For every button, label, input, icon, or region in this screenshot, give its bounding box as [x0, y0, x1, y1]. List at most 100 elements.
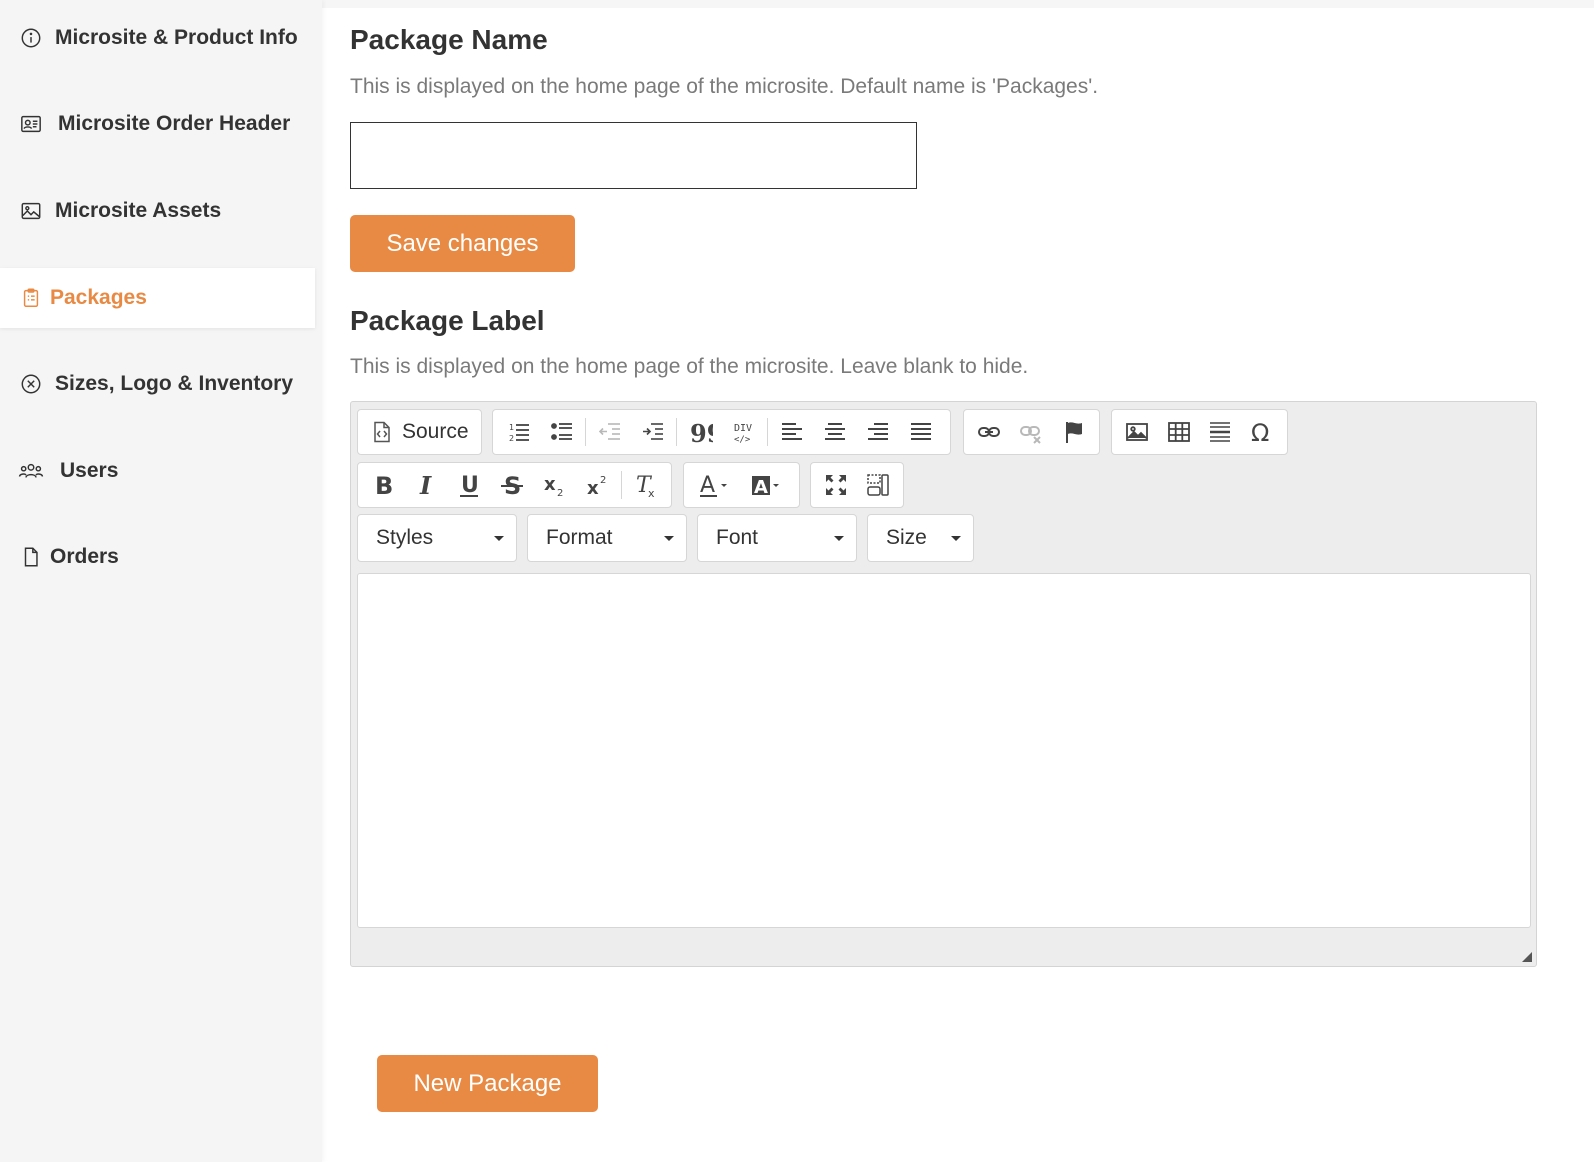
- new-package-button[interactable]: New Package: [377, 1055, 598, 1112]
- sidebar: Microsite & Product Info Microsite Order…: [0, 0, 322, 1162]
- toolbar-group-colors: A A: [683, 462, 800, 508]
- font-dropdown-label: Font: [716, 526, 759, 549]
- sidebar-item-microsite-assets[interactable]: Microsite Assets: [0, 181, 315, 241]
- align-center-button[interactable]: [813, 412, 856, 452]
- insert-table-button[interactable]: [1158, 412, 1200, 452]
- resize-handle-icon[interactable]: [1522, 952, 1532, 962]
- omega-icon: Ω: [1251, 420, 1269, 444]
- indent-icon: [642, 423, 663, 440]
- sidebar-item-packages[interactable]: Packages: [0, 268, 315, 328]
- bulleted-list-button[interactable]: [540, 412, 583, 452]
- info-icon: [18, 25, 44, 51]
- sidebar-item-label: Microsite Assets: [55, 199, 222, 222]
- numbered-list-button[interactable]: 12: [497, 412, 540, 452]
- sidebar-item-label: Microsite & Product Info: [55, 26, 298, 49]
- unlink-button[interactable]: [1010, 412, 1052, 452]
- background-color-button[interactable]: A: [740, 465, 792, 505]
- font-dropdown[interactable]: Font: [697, 514, 857, 562]
- toolbar-group-insert: Ω: [1111, 409, 1288, 455]
- format-dropdown-label: Format: [546, 526, 613, 549]
- align-right-icon: [867, 423, 888, 440]
- source-button[interactable]: Source: [362, 412, 477, 452]
- align-left-button[interactable]: [770, 412, 813, 452]
- text-color-icon: A: [700, 473, 727, 497]
- numbered-list-icon: 12: [509, 423, 529, 443]
- file-icon: [18, 544, 44, 570]
- package-name-description: This is displayed on the home page of th…: [350, 75, 1099, 98]
- svg-text:x: x: [544, 474, 556, 495]
- format-dropdown[interactable]: Format: [527, 514, 687, 562]
- toolbar-group-links: [963, 409, 1100, 455]
- circle-x-icon: [18, 371, 44, 397]
- special-character-button[interactable]: Ω: [1241, 412, 1283, 452]
- outdent-icon: [598, 423, 620, 440]
- sidebar-item-orders[interactable]: Orders: [0, 527, 315, 587]
- svg-text:</>: </>: [734, 435, 751, 444]
- horizontal-line-icon: [1210, 422, 1231, 442]
- sidebar-item-sizes-logo-inventory[interactable]: Sizes, Logo & Inventory: [0, 354, 315, 414]
- remove-format-button[interactable]: Tx: [624, 465, 667, 505]
- chevron-down-icon: [664, 536, 674, 541]
- svg-text:I: I: [419, 473, 432, 497]
- increase-indent-button[interactable]: [631, 412, 674, 452]
- italic-icon: I: [419, 473, 432, 497]
- horizontal-line-button[interactable]: [1200, 412, 1242, 452]
- subscript-button[interactable]: x2: [533, 465, 576, 505]
- italic-button[interactable]: I: [405, 465, 448, 505]
- svg-text:1: 1: [509, 423, 514, 432]
- link-button[interactable]: [968, 412, 1010, 452]
- save-changes-button[interactable]: Save changes: [350, 215, 575, 272]
- package-label-description: This is displayed on the home page of th…: [350, 355, 1029, 378]
- subscript-icon: x2: [544, 474, 563, 497]
- align-center-icon: [824, 423, 845, 440]
- svg-text:DIV: DIV: [734, 423, 752, 434]
- sidebar-item-label: Sizes, Logo & Inventory: [55, 372, 294, 395]
- decrease-indent-button[interactable]: [588, 412, 631, 452]
- show-blocks-button[interactable]: [857, 465, 899, 505]
- show-blocks-icon: [867, 474, 889, 496]
- svg-text:x: x: [587, 478, 599, 497]
- div-container-button[interactable]: DIV </>: [722, 412, 765, 452]
- align-left-icon: [781, 423, 802, 440]
- superscript-button[interactable]: x2: [576, 465, 619, 505]
- unlink-icon: [1020, 426, 1042, 444]
- source-icon: [370, 420, 402, 444]
- div-icon: DIV</>: [734, 423, 752, 444]
- svg-text:A: A: [754, 477, 768, 497]
- insert-image-button[interactable]: [1116, 412, 1158, 452]
- id-card-icon: [18, 111, 44, 137]
- users-icon: [18, 458, 44, 484]
- align-right-button[interactable]: [856, 412, 899, 452]
- svg-text:A: A: [700, 473, 715, 497]
- toolbar-group-basicstyles: B I U S x2 x2 Tx: [357, 462, 672, 508]
- package-name-input[interactable]: [350, 122, 917, 189]
- rich-text-editor: Source 12 99 DIV</>: [350, 401, 1537, 967]
- size-dropdown[interactable]: Size: [867, 514, 974, 562]
- justify-icon: [910, 423, 931, 440]
- chevron-down-icon: [494, 536, 504, 541]
- sidebar-item-microsite-product-info[interactable]: Microsite & Product Info: [0, 8, 315, 68]
- anchor-button[interactable]: [1053, 412, 1095, 452]
- svg-text:x: x: [648, 487, 655, 497]
- underline-button[interactable]: U: [448, 465, 491, 505]
- blockquote-button[interactable]: 99: [679, 412, 722, 452]
- justify-button[interactable]: [899, 412, 942, 452]
- text-color-button[interactable]: A: [688, 465, 740, 505]
- svg-text:2: 2: [600, 475, 606, 486]
- sidebar-item-microsite-order-header[interactable]: Microsite Order Header: [0, 94, 315, 154]
- size-dropdown-label: Size: [886, 526, 927, 549]
- link-icon: [978, 427, 1001, 437]
- maximize-button[interactable]: [815, 465, 857, 505]
- styles-dropdown[interactable]: Styles: [357, 514, 517, 562]
- strikethrough-icon: S: [501, 473, 523, 497]
- bold-button[interactable]: B: [362, 465, 405, 505]
- superscript-icon: x2: [587, 475, 606, 497]
- sidebar-item-label: Orders: [50, 545, 119, 568]
- bold-icon: B: [375, 473, 393, 497]
- editor-content-area[interactable]: [357, 573, 1531, 928]
- underline-icon: U: [460, 473, 479, 497]
- chevron-down-icon: [834, 536, 844, 541]
- image-icon: [1125, 423, 1148, 441]
- strikethrough-button[interactable]: S: [491, 465, 534, 505]
- sidebar-item-users[interactable]: Users: [0, 441, 315, 501]
